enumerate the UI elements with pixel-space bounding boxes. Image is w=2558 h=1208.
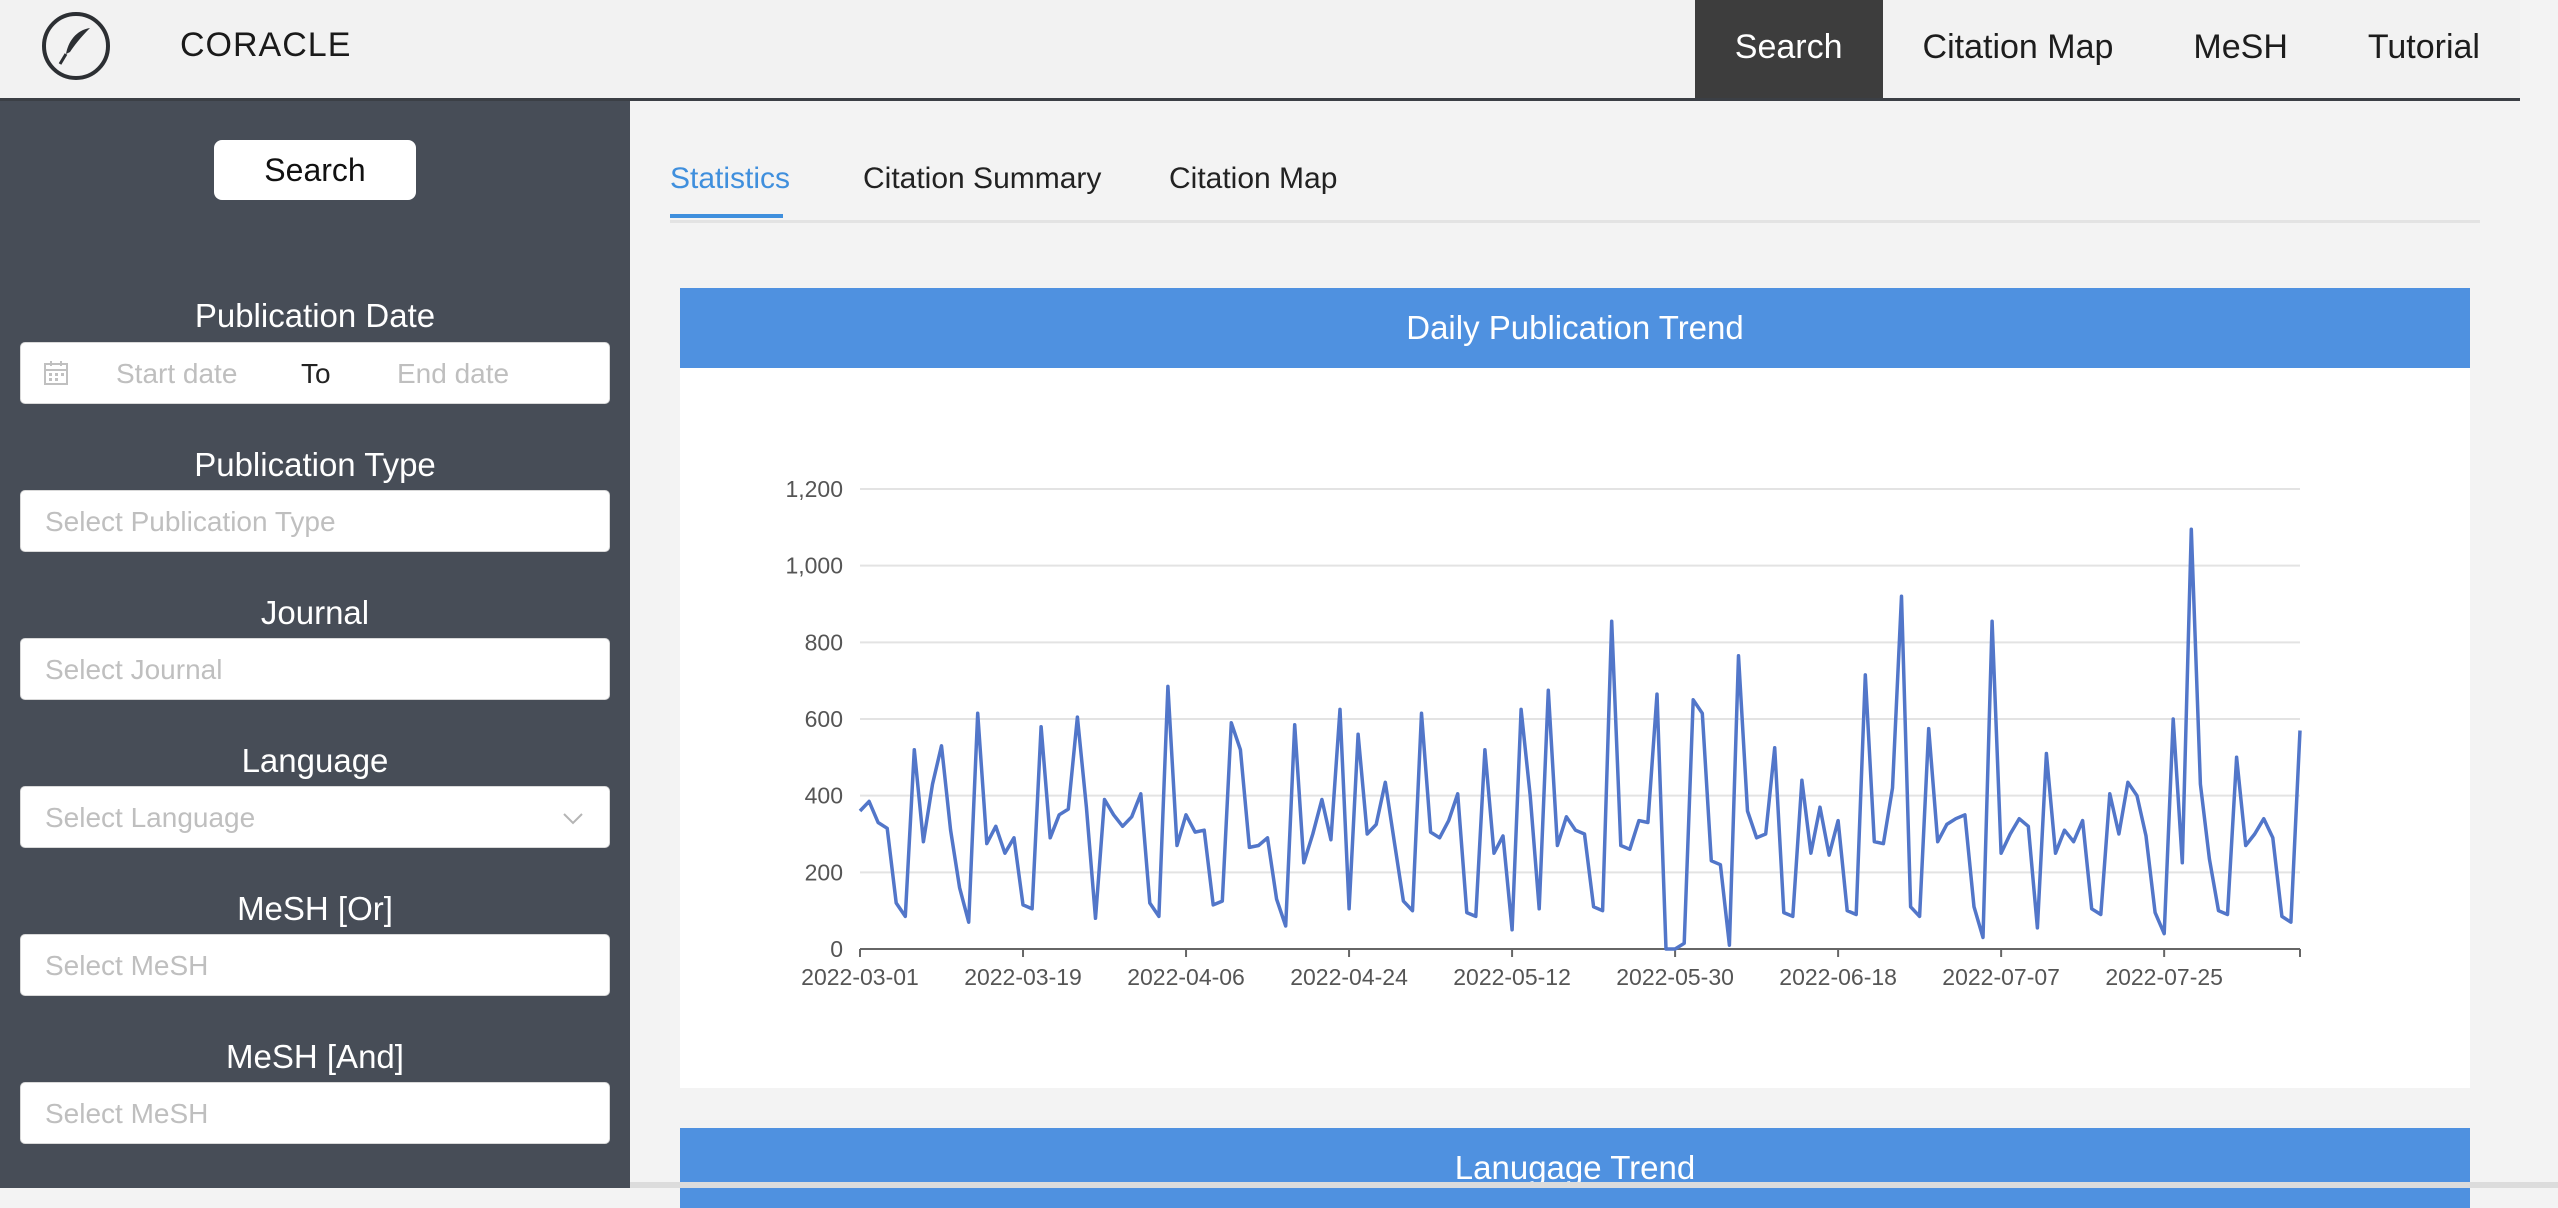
- mesh-or-placeholder: Select MeSH: [45, 950, 209, 981]
- main-nav: Search Citation Map MeSH Tutorial: [1694, 0, 2520, 98]
- end-date-input[interactable]: End date: [397, 358, 509, 390]
- journal-placeholder: Select Journal: [45, 654, 223, 685]
- x-tick-label: 2022-07-07: [1942, 964, 2060, 990]
- language-trend-title: Lanugage Trend: [680, 1128, 2470, 1208]
- y-tick-label: 1,000: [785, 553, 843, 579]
- y-tick-label: 600: [805, 706, 843, 732]
- brand-name[interactable]: CORACLE: [180, 26, 351, 65]
- results-tabs: Statistics Citation Summary Citation Map: [670, 160, 2480, 223]
- date-range-picker[interactable]: Start date To End date: [20, 342, 610, 404]
- calendar-icon: [44, 361, 68, 385]
- top-bar: CORACLE Search Citation Map MeSH Tutoria…: [0, 0, 2520, 101]
- mesh-and-label: MeSH [And]: [226, 1038, 404, 1075]
- journal-label: Journal: [260, 594, 370, 631]
- nav-citation-map[interactable]: Citation Map: [1883, 0, 2154, 98]
- y-tick-label: 0: [830, 936, 843, 962]
- x-tick-label: 2022-04-24: [1290, 964, 1408, 990]
- publication-type-select[interactable]: Select Publication Type: [20, 490, 610, 552]
- tab-citation-map[interactable]: Citation Map: [1169, 162, 1337, 196]
- y-tick-label: 400: [805, 783, 843, 809]
- publication-trend-line: [858, 527, 2302, 951]
- chevron-down-icon: [563, 813, 583, 825]
- daily-trend-title: Daily Publication Trend: [680, 288, 2470, 368]
- mesh-and-placeholder: Select MeSH: [45, 1098, 209, 1129]
- date-separator: To: [301, 358, 331, 389]
- x-tick-label: 2022-03-01: [801, 964, 919, 990]
- y-tick-label: 1,200: [785, 476, 843, 502]
- tab-citation-summary[interactable]: Citation Summary: [863, 162, 1101, 196]
- x-tick-label: 2022-07-25: [2105, 964, 2223, 990]
- nav-tutorial[interactable]: Tutorial: [2328, 0, 2520, 98]
- y-tick-label: 200: [805, 859, 843, 885]
- nav-mesh[interactable]: MeSH: [2153, 0, 2327, 98]
- tab-statistics[interactable]: Statistics: [670, 162, 790, 196]
- x-tick-label: 2022-04-06: [1127, 964, 1245, 990]
- language-label: Language: [241, 742, 389, 779]
- daily-publication-chart: 0 200 400 600 800 1,000 1,200 2022-03-01 2022-03…: [785, 476, 2302, 990]
- mesh-or-select[interactable]: Select MeSH: [20, 934, 610, 996]
- x-tick-label: 2022-05-30: [1616, 964, 1734, 990]
- nav-search[interactable]: Search: [1694, 0, 1883, 98]
- language-placeholder: Select Language: [45, 802, 256, 833]
- filter-sidebar: Search Publication Date Start date To En…: [0, 101, 630, 1188]
- x-tick-label: 2022-03-19: [964, 964, 1082, 990]
- page-bottom-edge: [630, 1182, 2558, 1188]
- feather-logo-icon[interactable]: [42, 12, 110, 80]
- start-date-input[interactable]: Start date: [116, 358, 237, 390]
- mesh-and-select[interactable]: Select MeSH: [20, 1082, 610, 1144]
- language-select[interactable]: Select Language: [20, 786, 610, 848]
- mesh-or-label: MeSH [Or]: [237, 890, 393, 927]
- y-tick-label: 800: [805, 629, 843, 655]
- x-tick-label: 2022-05-12: [1453, 964, 1571, 990]
- publication-type-label: Publication Type: [194, 446, 436, 483]
- publication-date-label: Publication Date: [194, 297, 436, 334]
- x-tick-label: 2022-06-18: [1779, 964, 1897, 990]
- search-button[interactable]: Search: [214, 140, 416, 200]
- publication-type-placeholder: Select Publication Type: [45, 506, 336, 537]
- active-tab-indicator: [670, 214, 783, 218]
- journal-select[interactable]: Select Journal: [20, 638, 610, 700]
